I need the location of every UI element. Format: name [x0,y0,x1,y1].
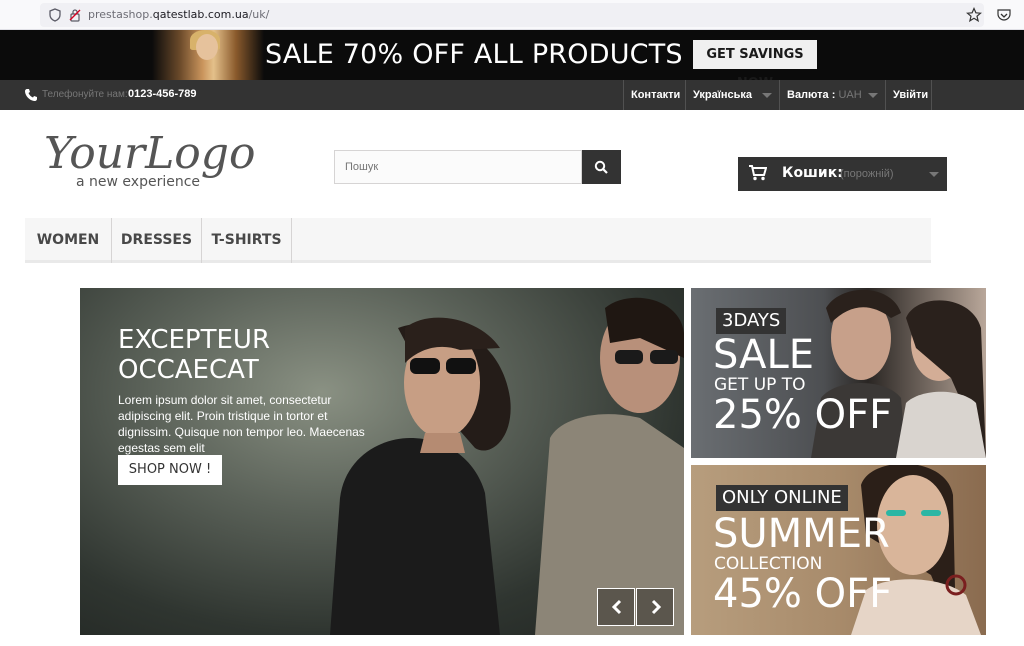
cart-label: Кошик: [782,165,843,181]
phone-number: 0123-456-789 [128,88,197,100]
currency-label: Валюта : [787,89,836,101]
currency-selector[interactable]: Валюта : UAH [779,80,885,110]
get-savings-button[interactable]: GET SAVINGS NOW [693,40,817,91]
menu-item-dresses[interactable]: DRESSES [112,218,202,263]
search-icon [594,160,608,174]
browser-toolbar: prestashop.qatestlab.com.ua/uk/ [0,0,1024,30]
slider-description: Lorem ipsum dolor sit amet, consectetur … [118,393,365,455]
logo-text: YourLogo [44,128,255,179]
address-bar[interactable]: prestashop.qatestlab.com.ua/uk/ [40,3,984,27]
slider-next-button[interactable] [636,588,674,626]
menu-item-women[interactable]: WOMEN [25,218,112,263]
slider-prev-button[interactable] [597,588,635,626]
contacts-label: Контакти [631,89,681,101]
slider-title-line1: EXCEPTEUR [118,325,271,355]
promo-banner-sale[interactable]: 3DAYS SALE GET UP TO 25% OFF [691,288,986,458]
bookmark-star-icon[interactable] [966,7,982,23]
currency-value: UAH [838,89,862,101]
chevron-left-icon [611,599,622,615]
sale-banner-model-image [152,30,264,80]
banner-headline-sale: SALE [713,332,815,378]
url-text: prestashop.qatestlab.com.ua/uk/ [88,8,270,21]
main-menu: WOMEN DRESSES T-SHIRTS [25,218,931,263]
sale-banner-text: SALE 70% OFF ALL PRODUCTS [265,39,683,70]
sale-banner[interactable]: SALE 70% OFF ALL PRODUCTS [0,30,1024,80]
phone-icon [25,89,37,101]
language-label: Українська [693,89,753,101]
slider-title-line2: OCCAECAT [118,355,259,385]
promo-banner-summer[interactable]: ONLY ONLINE SUMMER COLLECTION 45% OFF [691,465,986,635]
banner-value-25: 25% OFF [713,392,893,438]
banner-tag-3days: 3DAYS [716,308,787,334]
language-selector[interactable]: Українська [685,80,779,110]
top-nav-bar: Телефонуйте нам: 0123-456-789 Контакти У… [0,80,1024,110]
contacts-link[interactable]: Контакти [623,80,685,110]
tracking-shield-icon[interactable] [48,8,62,22]
insecure-lock-icon[interactable] [68,8,82,22]
search-button[interactable] [582,150,621,184]
pocket-icon[interactable] [996,7,1012,23]
login-label: Увійти [893,89,929,101]
banner-headline-summer: SUMMER [713,511,890,557]
phone-label: Телефонуйте нам: [42,89,128,100]
site-logo[interactable]: YourLogo a new experience [44,124,266,192]
cart-button[interactable]: Кошик: (порожній) [738,157,947,191]
homepage-slider[interactable]: EXCEPTEUR OCCAECAT Lorem ipsum dolor sit… [80,288,684,635]
slider-title: EXCEPTEUR OCCAECAT [118,325,358,385]
banner-value-45: 45% OFF [713,571,893,617]
login-link[interactable]: Увійти [885,80,932,110]
chevron-right-icon [651,599,662,615]
banner-tag-only-online: ONLY ONLINE [716,485,848,511]
cart-status: (порожній) [840,168,894,180]
search-input[interactable] [334,150,582,184]
menu-item-t-shirts[interactable]: T-SHIRTS [202,218,292,263]
logo-tagline: a new experience [76,174,200,190]
chevron-down-icon [868,93,878,98]
shopping-cart-icon [749,165,767,181]
chevron-down-icon [762,93,772,98]
shop-now-button[interactable]: SHOP NOW ! [118,455,222,485]
chevron-down-icon [929,172,939,177]
